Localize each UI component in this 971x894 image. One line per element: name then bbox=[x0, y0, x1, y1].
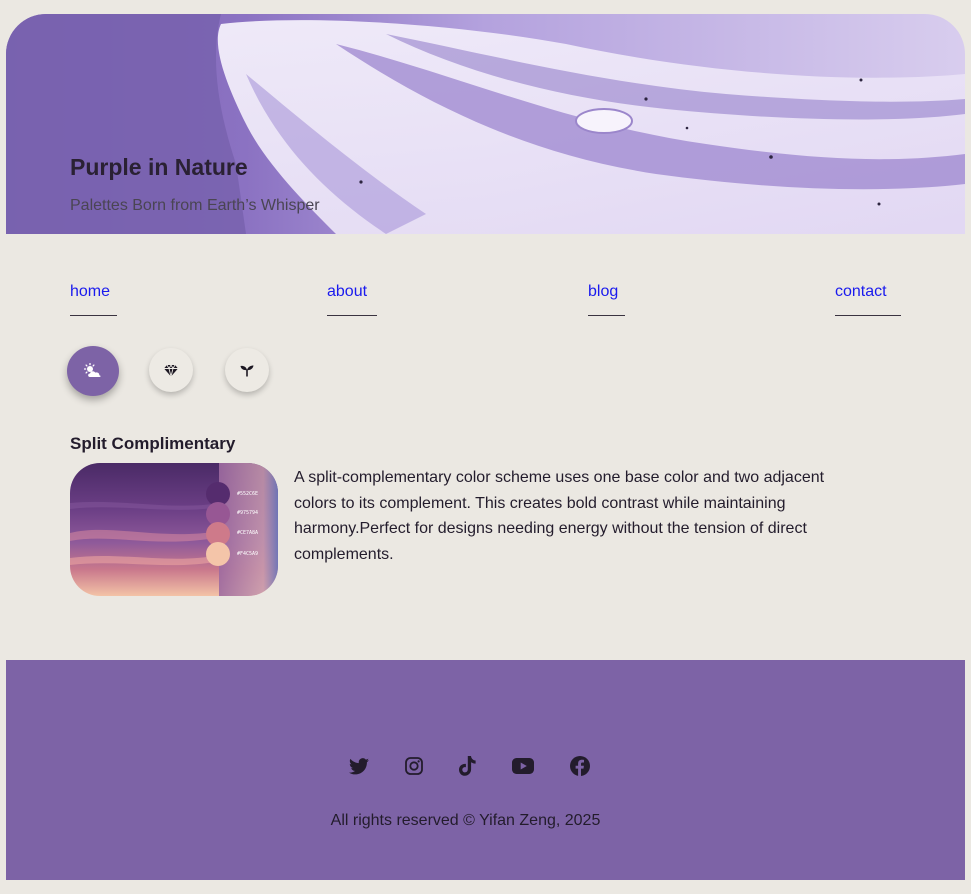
swatch-label-3: #CE7A8A bbox=[237, 530, 259, 536]
category-button-sky[interactable] bbox=[67, 346, 119, 396]
page: Purple in Nature Palettes Born from Eart… bbox=[6, 14, 965, 880]
instagram-icon bbox=[405, 757, 423, 775]
cloud-sun-icon bbox=[84, 363, 101, 377]
palette-image: #552C6E #975794 #CE7A8A #F4C5A9 bbox=[70, 463, 278, 596]
main-content: home about blog contact Split Compliment… bbox=[6, 234, 965, 660]
page-subtitle: Palettes Born from Earth’s Whisper bbox=[70, 197, 320, 214]
instagram-link[interactable] bbox=[401, 754, 427, 778]
twitter-link[interactable] bbox=[346, 754, 372, 778]
youtube-icon bbox=[512, 758, 534, 774]
gem-icon bbox=[164, 363, 178, 377]
swatch-label-2: #975794 bbox=[237, 510, 259, 516]
facebook-icon bbox=[570, 756, 590, 776]
category-button-plant[interactable] bbox=[225, 348, 269, 392]
section-title: Split Complimentary bbox=[70, 434, 236, 453]
swatch-label-4: #F4C5A9 bbox=[237, 551, 259, 557]
nav-link-home[interactable]: home bbox=[70, 283, 117, 316]
tiktok-icon bbox=[458, 756, 476, 776]
youtube-link[interactable] bbox=[510, 754, 536, 778]
page-title: Purple in Nature bbox=[70, 154, 248, 180]
nav-link-about[interactable]: about bbox=[327, 283, 377, 316]
swatch-4 bbox=[206, 542, 230, 566]
twitter-icon bbox=[349, 757, 369, 774]
hero-banner: Purple in Nature Palettes Born from Eart… bbox=[6, 14, 965, 234]
copyright-text: All rights reserved © Yifan Zeng, 2025 bbox=[330, 812, 601, 829]
facebook-link[interactable] bbox=[567, 754, 593, 778]
section-description: A split-complementary color scheme uses … bbox=[294, 469, 825, 563]
nav-link-blog[interactable]: blog bbox=[588, 283, 625, 316]
nav-link-contact[interactable]: contact bbox=[835, 283, 901, 316]
footer: All rights reserved © Yifan Zeng, 2025 bbox=[6, 660, 965, 880]
tiktok-link[interactable] bbox=[454, 754, 480, 778]
sprout-icon bbox=[240, 365, 254, 376]
swatch-label-1: #552C6E bbox=[237, 491, 259, 497]
category-button-gem[interactable] bbox=[149, 348, 193, 392]
